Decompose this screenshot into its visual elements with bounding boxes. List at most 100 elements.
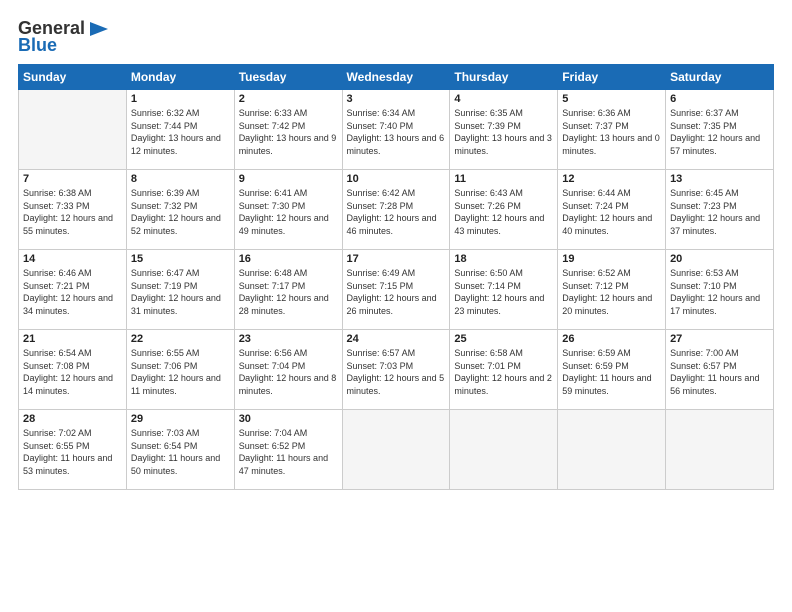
- logo: General Blue: [18, 18, 110, 56]
- calendar-row-5: 28 Sunrise: 7:02 AMSunset: 6:55 PMDaylig…: [19, 410, 774, 490]
- day-number: 14: [23, 253, 122, 265]
- day-number: 11: [454, 173, 553, 185]
- calendar-cell: 27 Sunrise: 7:00 AMSunset: 6:57 PMDaylig…: [666, 330, 774, 410]
- day-info: Sunrise: 6:34 AMSunset: 7:40 PMDaylight:…: [347, 107, 446, 157]
- calendar-cell: 19 Sunrise: 6:52 AMSunset: 7:12 PMDaylig…: [558, 250, 666, 330]
- calendar-cell: 3 Sunrise: 6:34 AMSunset: 7:40 PMDayligh…: [342, 90, 450, 170]
- day-info: Sunrise: 6:33 AMSunset: 7:42 PMDaylight:…: [239, 107, 338, 157]
- day-number: 12: [562, 173, 661, 185]
- day-info: Sunrise: 6:43 AMSunset: 7:26 PMDaylight:…: [454, 187, 553, 237]
- day-info: Sunrise: 6:52 AMSunset: 7:12 PMDaylight:…: [562, 267, 661, 317]
- day-number: 20: [670, 253, 769, 265]
- day-info: Sunrise: 6:35 AMSunset: 7:39 PMDaylight:…: [454, 107, 553, 157]
- calendar-cell: 5 Sunrise: 6:36 AMSunset: 7:37 PMDayligh…: [558, 90, 666, 170]
- day-info: Sunrise: 6:58 AMSunset: 7:01 PMDaylight:…: [454, 347, 553, 397]
- calendar-cell: 4 Sunrise: 6:35 AMSunset: 7:39 PMDayligh…: [450, 90, 558, 170]
- day-number: 17: [347, 253, 446, 265]
- header-thursday: Thursday: [450, 65, 558, 90]
- day-info: Sunrise: 7:00 AMSunset: 6:57 PMDaylight:…: [670, 347, 769, 397]
- day-info: Sunrise: 7:02 AMSunset: 6:55 PMDaylight:…: [23, 427, 122, 477]
- day-number: 27: [670, 333, 769, 345]
- day-number: 10: [347, 173, 446, 185]
- day-info: Sunrise: 6:44 AMSunset: 7:24 PMDaylight:…: [562, 187, 661, 237]
- calendar-cell: 24 Sunrise: 6:57 AMSunset: 7:03 PMDaylig…: [342, 330, 450, 410]
- day-info: Sunrise: 7:03 AMSunset: 6:54 PMDaylight:…: [131, 427, 230, 477]
- logo-blue-text: Blue: [18, 35, 57, 56]
- calendar-cell: 2 Sunrise: 6:33 AMSunset: 7:42 PMDayligh…: [234, 90, 342, 170]
- day-number: 1: [131, 93, 230, 105]
- day-number: 9: [239, 173, 338, 185]
- header-wednesday: Wednesday: [342, 65, 450, 90]
- day-info: Sunrise: 6:56 AMSunset: 7:04 PMDaylight:…: [239, 347, 338, 397]
- day-info: Sunrise: 6:59 AMSunset: 6:59 PMDaylight:…: [562, 347, 661, 397]
- day-info: Sunrise: 6:53 AMSunset: 7:10 PMDaylight:…: [670, 267, 769, 317]
- header-tuesday: Tuesday: [234, 65, 342, 90]
- day-info: Sunrise: 6:50 AMSunset: 7:14 PMDaylight:…: [454, 267, 553, 317]
- header-friday: Friday: [558, 65, 666, 90]
- calendar-cell: 12 Sunrise: 6:44 AMSunset: 7:24 PMDaylig…: [558, 170, 666, 250]
- calendar-row-3: 14 Sunrise: 6:46 AMSunset: 7:21 PMDaylig…: [19, 250, 774, 330]
- calendar-cell: [558, 410, 666, 490]
- header: General Blue: [18, 18, 774, 56]
- day-info: Sunrise: 6:47 AMSunset: 7:19 PMDaylight:…: [131, 267, 230, 317]
- day-number: 23: [239, 333, 338, 345]
- day-number: 6: [670, 93, 769, 105]
- calendar-cell: [19, 90, 127, 170]
- day-number: 7: [23, 173, 122, 185]
- calendar-cell: 10 Sunrise: 6:42 AMSunset: 7:28 PMDaylig…: [342, 170, 450, 250]
- day-number: 5: [562, 93, 661, 105]
- header-saturday: Saturday: [666, 65, 774, 90]
- day-info: Sunrise: 6:36 AMSunset: 7:37 PMDaylight:…: [562, 107, 661, 157]
- day-info: Sunrise: 6:39 AMSunset: 7:32 PMDaylight:…: [131, 187, 230, 237]
- calendar-cell: 25 Sunrise: 6:58 AMSunset: 7:01 PMDaylig…: [450, 330, 558, 410]
- calendar-page: General Blue Sunday Monday Tuesday Wedne…: [0, 0, 792, 612]
- weekday-header-row: Sunday Monday Tuesday Wednesday Thursday…: [19, 65, 774, 90]
- calendar-row-1: 1 Sunrise: 6:32 AMSunset: 7:44 PMDayligh…: [19, 90, 774, 170]
- day-number: 15: [131, 253, 230, 265]
- calendar-cell: 11 Sunrise: 6:43 AMSunset: 7:26 PMDaylig…: [450, 170, 558, 250]
- logo-flag-icon: [88, 21, 110, 37]
- calendar-cell: [666, 410, 774, 490]
- calendar-table: Sunday Monday Tuesday Wednesday Thursday…: [18, 64, 774, 490]
- calendar-cell: 22 Sunrise: 6:55 AMSunset: 7:06 PMDaylig…: [126, 330, 234, 410]
- day-info: Sunrise: 6:38 AMSunset: 7:33 PMDaylight:…: [23, 187, 122, 237]
- day-number: 16: [239, 253, 338, 265]
- day-info: Sunrise: 6:57 AMSunset: 7:03 PMDaylight:…: [347, 347, 446, 397]
- calendar-cell: 18 Sunrise: 6:50 AMSunset: 7:14 PMDaylig…: [450, 250, 558, 330]
- day-info: Sunrise: 7:04 AMSunset: 6:52 PMDaylight:…: [239, 427, 338, 477]
- day-number: 4: [454, 93, 553, 105]
- day-number: 3: [347, 93, 446, 105]
- calendar-row-2: 7 Sunrise: 6:38 AMSunset: 7:33 PMDayligh…: [19, 170, 774, 250]
- day-info: Sunrise: 6:45 AMSunset: 7:23 PMDaylight:…: [670, 187, 769, 237]
- day-info: Sunrise: 6:46 AMSunset: 7:21 PMDaylight:…: [23, 267, 122, 317]
- day-number: 18: [454, 253, 553, 265]
- calendar-cell: 26 Sunrise: 6:59 AMSunset: 6:59 PMDaylig…: [558, 330, 666, 410]
- day-info: Sunrise: 6:48 AMSunset: 7:17 PMDaylight:…: [239, 267, 338, 317]
- day-number: 2: [239, 93, 338, 105]
- day-number: 30: [239, 413, 338, 425]
- calendar-cell: 28 Sunrise: 7:02 AMSunset: 6:55 PMDaylig…: [19, 410, 127, 490]
- calendar-cell: 17 Sunrise: 6:49 AMSunset: 7:15 PMDaylig…: [342, 250, 450, 330]
- day-info: Sunrise: 6:42 AMSunset: 7:28 PMDaylight:…: [347, 187, 446, 237]
- calendar-row-4: 21 Sunrise: 6:54 AMSunset: 7:08 PMDaylig…: [19, 330, 774, 410]
- day-number: 26: [562, 333, 661, 345]
- calendar-cell: 30 Sunrise: 7:04 AMSunset: 6:52 PMDaylig…: [234, 410, 342, 490]
- calendar-cell: 14 Sunrise: 6:46 AMSunset: 7:21 PMDaylig…: [19, 250, 127, 330]
- day-info: Sunrise: 6:41 AMSunset: 7:30 PMDaylight:…: [239, 187, 338, 237]
- day-number: 13: [670, 173, 769, 185]
- day-number: 25: [454, 333, 553, 345]
- calendar-cell: [450, 410, 558, 490]
- calendar-cell: 23 Sunrise: 6:56 AMSunset: 7:04 PMDaylig…: [234, 330, 342, 410]
- day-info: Sunrise: 6:49 AMSunset: 7:15 PMDaylight:…: [347, 267, 446, 317]
- calendar-cell: 13 Sunrise: 6:45 AMSunset: 7:23 PMDaylig…: [666, 170, 774, 250]
- day-info: Sunrise: 6:32 AMSunset: 7:44 PMDaylight:…: [131, 107, 230, 157]
- day-number: 22: [131, 333, 230, 345]
- calendar-cell: 9 Sunrise: 6:41 AMSunset: 7:30 PMDayligh…: [234, 170, 342, 250]
- day-number: 8: [131, 173, 230, 185]
- day-number: 28: [23, 413, 122, 425]
- header-monday: Monday: [126, 65, 234, 90]
- day-info: Sunrise: 6:55 AMSunset: 7:06 PMDaylight:…: [131, 347, 230, 397]
- day-info: Sunrise: 6:54 AMSunset: 7:08 PMDaylight:…: [23, 347, 122, 397]
- day-number: 21: [23, 333, 122, 345]
- calendar-cell: 16 Sunrise: 6:48 AMSunset: 7:17 PMDaylig…: [234, 250, 342, 330]
